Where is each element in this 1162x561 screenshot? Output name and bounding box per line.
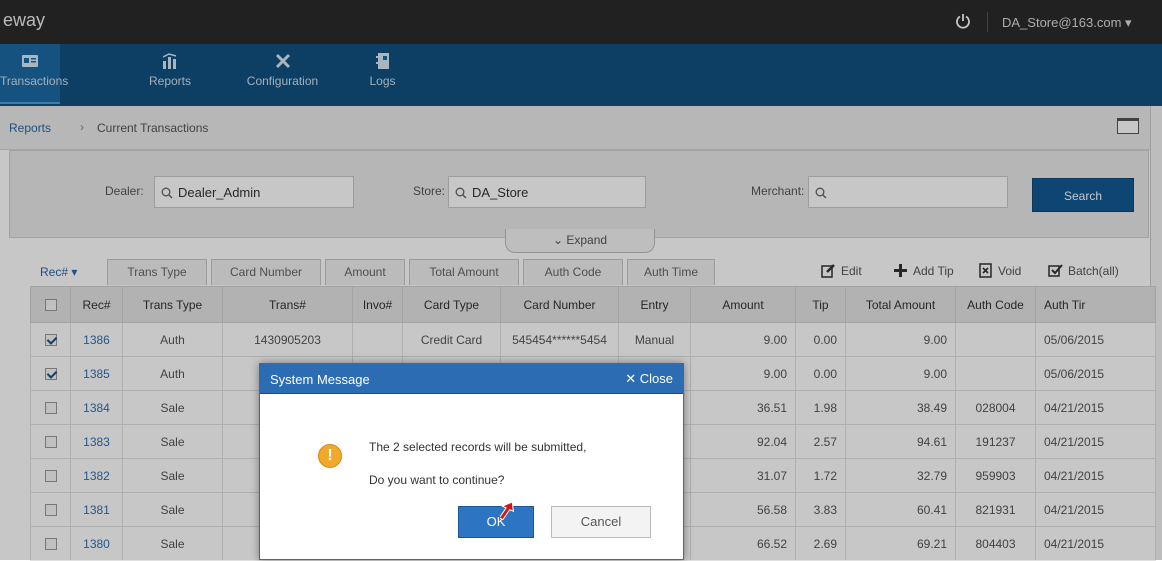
mouse-cursor-icon — [500, 501, 514, 521]
system-message-dialog: System Message ✕ Close ! The 2 selected … — [259, 363, 684, 560]
dialog-message-line1: The 2 selected records will be submitted… — [369, 440, 587, 454]
dialog-close-button[interactable]: ✕ Close — [625, 371, 673, 387]
dialog-title: System Message — [270, 372, 370, 387]
dialog-message-line2: Do you want to continue? — [369, 473, 505, 487]
cancel-button[interactable]: Cancel — [551, 506, 651, 538]
ok-button[interactable]: OK — [458, 506, 534, 538]
dialog-header: System Message ✕ Close — [260, 364, 683, 394]
warning-icon: ! — [318, 444, 342, 468]
